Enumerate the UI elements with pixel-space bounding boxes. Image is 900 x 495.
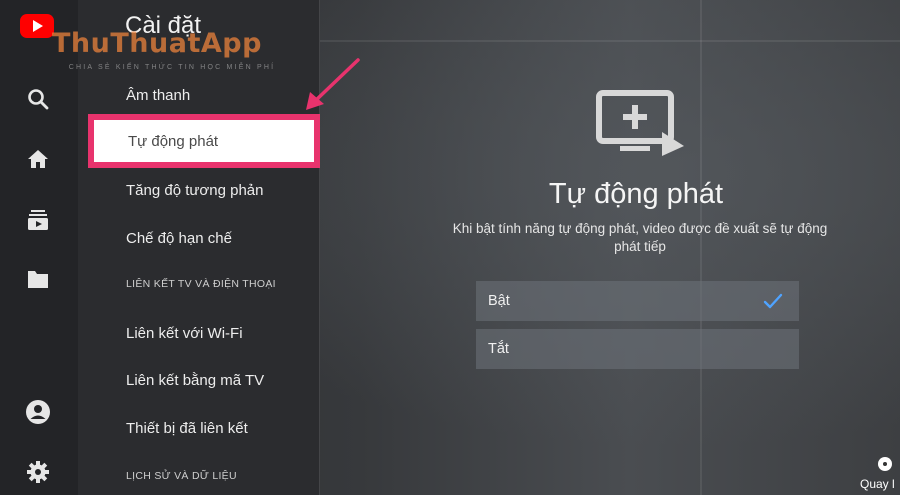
youtube-logo[interactable] bbox=[20, 14, 54, 38]
detail-description: Khi bật tính năng tự động phát, video đư… bbox=[452, 221, 828, 254]
annotation-arrow-icon bbox=[306, 58, 360, 110]
subscriptions-icon[interactable] bbox=[24, 206, 52, 234]
home-icon[interactable] bbox=[24, 145, 52, 173]
menu-item-contrast[interactable]: Tăng độ tương phản bbox=[126, 182, 263, 199]
settings-icon[interactable] bbox=[24, 458, 52, 486]
checkmark-icon bbox=[763, 293, 783, 309]
autoplay-icon bbox=[596, 90, 684, 156]
menu-item-link-wifi[interactable]: Liên kết với Wi-Fi bbox=[126, 325, 243, 342]
search-icon[interactable] bbox=[24, 85, 52, 113]
left-rail bbox=[0, 0, 78, 495]
watermark-subtitle: CHIA SẺ KIẾN THỨC TIN HỌC MIỄN PHÍ bbox=[68, 64, 276, 71]
option-off-label: Tắt bbox=[488, 341, 509, 357]
back-button-icon[interactable] bbox=[878, 457, 892, 471]
background-line bbox=[320, 40, 900, 42]
menu-item-autoplay[interactable]: Tự động phát bbox=[88, 114, 320, 168]
option-on-label: Bật bbox=[488, 293, 510, 309]
menu-item-sound[interactable]: Âm thanh bbox=[126, 87, 190, 104]
play-icon bbox=[33, 20, 43, 32]
menu-item-link-tv-code[interactable]: Liên kết bằng mã TV bbox=[126, 372, 264, 389]
library-icon[interactable] bbox=[24, 265, 52, 293]
account-icon[interactable] bbox=[24, 398, 52, 426]
section-link-tv-phone: LIÊN KẾT TV VÀ ĐIỆN THOẠI bbox=[126, 278, 276, 290]
option-off[interactable]: Tắt bbox=[476, 329, 799, 369]
menu-item-linked-devices[interactable]: Thiết bị đã liên kết bbox=[126, 420, 248, 437]
section-history-data: LỊCH SỬ VÀ DỮ LIỆU bbox=[126, 470, 237, 482]
detail-title: Tự động phát bbox=[548, 178, 724, 210]
watermark-logo: ThuThuatApp bbox=[52, 28, 262, 59]
option-on[interactable]: Bật bbox=[476, 281, 799, 321]
menu-item-autoplay-label: Tự động phát bbox=[94, 120, 314, 162]
menu-item-restricted-mode[interactable]: Chế độ hạn chế bbox=[126, 230, 232, 247]
back-hint-label[interactable]: Quay l bbox=[860, 477, 900, 491]
